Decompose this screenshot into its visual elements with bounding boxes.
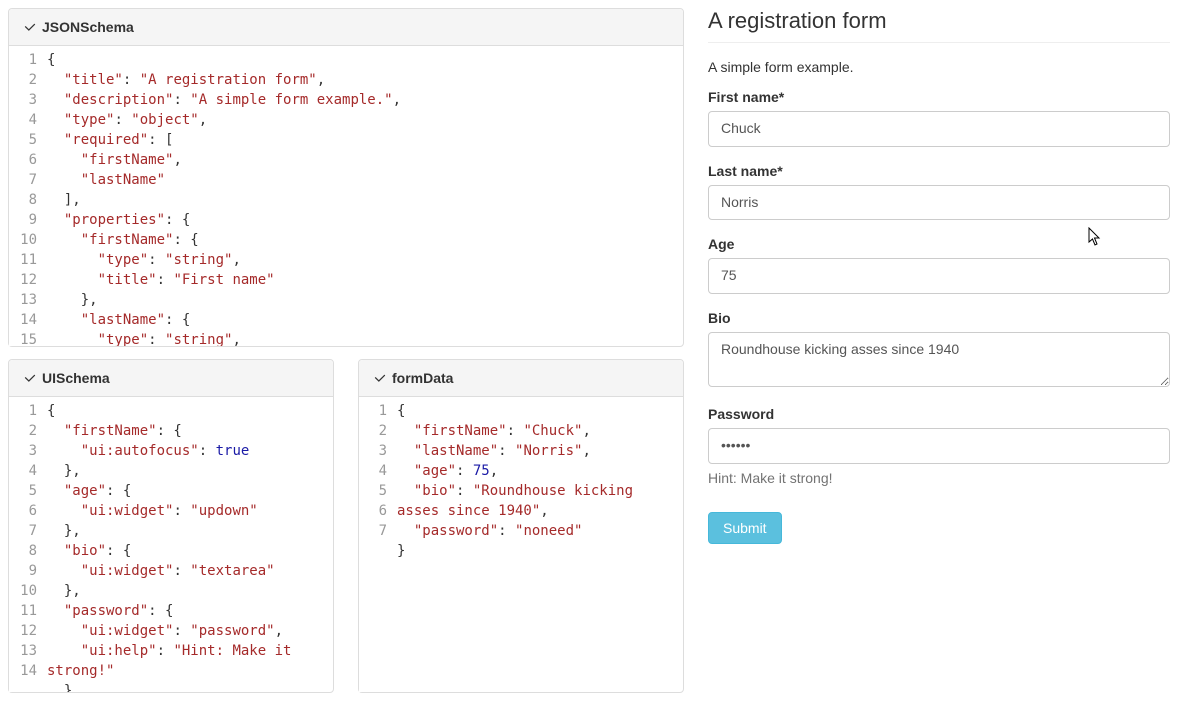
password-input[interactable] xyxy=(708,428,1170,464)
bio-textarea[interactable] xyxy=(708,332,1170,387)
jsonschema-panel-heading: JSONSchema xyxy=(9,9,683,46)
formdata-panel: formData 1234567{ "firstName": "Chuck", … xyxy=(358,359,684,693)
code-area[interactable]: { "firstName": "Chuck", "lastName": "Nor… xyxy=(395,397,683,692)
line-gutter: 1234567891011121314 xyxy=(9,397,45,692)
formdata-panel-title: formData xyxy=(392,370,453,386)
check-icon xyxy=(24,21,36,33)
line-gutter: 123456789101112131415 xyxy=(9,46,45,346)
submit-button[interactable]: Submit xyxy=(708,512,782,544)
form-description: A simple form example. xyxy=(708,59,1170,75)
check-icon xyxy=(24,372,36,384)
bio-label: Bio xyxy=(708,310,1170,326)
uischema-panel-heading: UISchema xyxy=(9,360,333,397)
form-title: A registration form xyxy=(708,8,1170,43)
last-name-input[interactable] xyxy=(708,185,1170,221)
uischema-panel: UISchema 1234567891011121314{ "firstName… xyxy=(8,359,334,693)
jsonschema-panel: JSONSchema 123456789101112131415{ "title… xyxy=(8,8,684,347)
line-gutter: 1234567 xyxy=(359,397,395,692)
age-label: Age xyxy=(708,236,1170,252)
password-help-text: Hint: Make it strong! xyxy=(708,470,1170,486)
jsonschema-panel-title: JSONSchema xyxy=(42,19,134,35)
formdata-panel-heading: formData xyxy=(359,360,683,397)
last-name-label: Last name* xyxy=(708,163,1170,179)
uischema-panel-title: UISchema xyxy=(42,370,110,386)
uischema-editor[interactable]: 1234567891011121314{ "firstName": { "ui:… xyxy=(9,397,333,692)
code-area[interactable]: { "title": "A registration form", "descr… xyxy=(45,46,683,346)
code-area[interactable]: { "firstName": { "ui:autofocus": true },… xyxy=(45,397,333,692)
formdata-editor[interactable]: 1234567{ "firstName": "Chuck", "lastName… xyxy=(359,397,683,692)
first-name-input[interactable] xyxy=(708,111,1170,147)
first-name-label: First name* xyxy=(708,89,1170,105)
password-label: Password xyxy=(708,406,1170,422)
jsonschema-editor[interactable]: 123456789101112131415{ "title": "A regis… xyxy=(9,46,683,346)
age-input[interactable] xyxy=(708,258,1170,294)
check-icon xyxy=(374,372,386,384)
